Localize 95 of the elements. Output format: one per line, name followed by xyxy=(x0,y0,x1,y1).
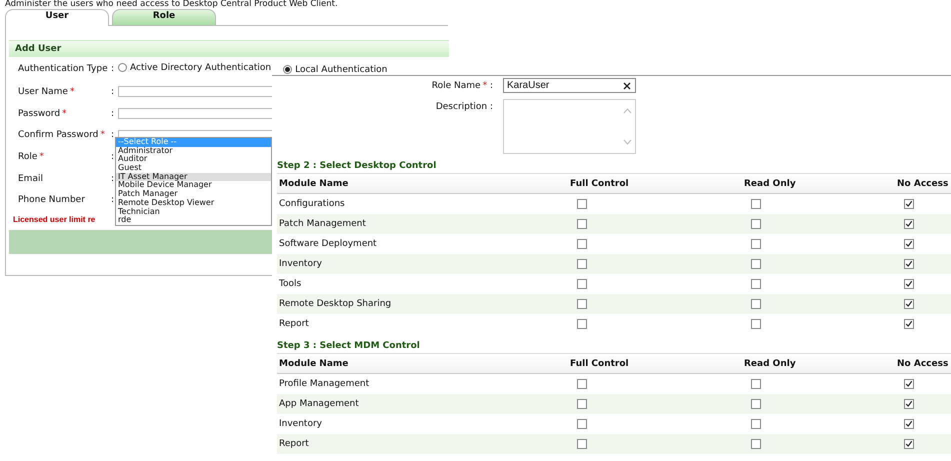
module-name: App Management xyxy=(279,399,360,409)
column-header: Read Only xyxy=(744,178,797,188)
checkbox[interactable] xyxy=(577,199,587,209)
colon: : xyxy=(111,195,116,206)
field-label: Phone Number xyxy=(18,195,86,206)
module-name: Profile Management xyxy=(279,379,370,389)
module-name: Remote Desktop Sharing xyxy=(279,299,392,309)
field-label: Authentication Type xyxy=(18,64,109,74)
text-field[interactable] xyxy=(118,86,275,98)
column-header: Full Control xyxy=(570,178,630,188)
checkbox[interactable] xyxy=(904,379,914,389)
checkbox[interactable] xyxy=(904,239,914,249)
checkbox[interactable] xyxy=(577,299,587,309)
checkbox[interactable] xyxy=(751,319,761,329)
warning-message: Licensed user limit re xyxy=(13,215,96,224)
field-label: Password * xyxy=(18,108,68,119)
dropdown-option[interactable]: Patch Manager xyxy=(116,190,271,199)
colon: : xyxy=(111,108,116,119)
checkbox[interactable] xyxy=(751,299,761,309)
checkbox[interactable] xyxy=(577,439,587,449)
field-label: Description : xyxy=(434,101,493,114)
section-title: Step 3 : Select MDM Control xyxy=(276,340,421,353)
checkbox[interactable] xyxy=(751,239,761,249)
field-label: Confirm Password * xyxy=(18,130,106,140)
checkbox[interactable] xyxy=(577,239,587,249)
colon: : xyxy=(111,64,116,74)
checkbox[interactable] xyxy=(904,319,914,329)
field-label: Role Name * : xyxy=(430,80,493,93)
tab[interactable]: User xyxy=(5,9,109,26)
module-name: Configurations xyxy=(279,199,346,209)
checkbox[interactable] xyxy=(751,399,761,409)
colon: : xyxy=(111,174,116,184)
scroll-down-icon[interactable] xyxy=(623,139,632,145)
radio-label[interactable]: Local Authentication xyxy=(295,64,388,75)
section-header: Add User xyxy=(9,40,449,57)
checkbox[interactable] xyxy=(751,379,761,389)
checkbox[interactable] xyxy=(751,279,761,289)
checkbox[interactable] xyxy=(751,199,761,209)
dropdown-option[interactable]: Administrator xyxy=(116,146,271,156)
dropdown-option[interactable]: Remote Desktop Viewer xyxy=(116,198,271,208)
colon: : xyxy=(111,86,116,97)
checkbox[interactable] xyxy=(751,419,761,429)
checkbox[interactable] xyxy=(577,419,587,429)
checkbox[interactable] xyxy=(577,279,587,289)
column-header: Read Only xyxy=(744,358,797,368)
module-name: Patch Management xyxy=(279,219,367,229)
checkbox[interactable] xyxy=(904,419,914,429)
checkbox[interactable] xyxy=(904,279,914,289)
clear-icon[interactable] xyxy=(623,82,631,90)
checkbox[interactable] xyxy=(751,259,761,269)
checkbox[interactable] xyxy=(577,219,587,229)
checkbox[interactable] xyxy=(904,439,914,449)
checkbox[interactable] xyxy=(904,399,914,409)
column-header: No Access xyxy=(897,358,950,368)
checkbox[interactable] xyxy=(751,219,761,229)
section-title: Step 2 : Select Desktop Control xyxy=(276,160,438,173)
module-name: Tools xyxy=(279,279,302,289)
field-label: User Name * xyxy=(18,86,76,97)
dropdown-option[interactable]: Technician xyxy=(116,208,271,216)
checkbox[interactable] xyxy=(577,399,587,409)
text-field[interactable] xyxy=(118,108,275,120)
tab[interactable]: Role xyxy=(112,9,216,25)
colon: : xyxy=(111,152,116,162)
checkbox[interactable] xyxy=(904,299,914,309)
checkbox[interactable] xyxy=(577,319,587,329)
dropdown-option[interactable]: rde xyxy=(116,216,271,225)
field-label: Role * xyxy=(18,152,45,162)
dropdown-option[interactable]: Mobile Device Manager xyxy=(116,181,271,190)
column-header: No Access xyxy=(897,178,950,188)
checkbox[interactable] xyxy=(904,199,914,209)
checkbox[interactable] xyxy=(904,219,914,229)
radio-label[interactable]: Active Directory Authentication xyxy=(130,62,272,73)
dropdown-list[interactable]: --Select Role -- Administrator Auditor Guest IT Asset Manager Mobile Device Manager Patch Manager Remote Desktop Viewer Technician rde xyxy=(115,137,272,226)
radio-button[interactable] xyxy=(283,65,292,74)
checkbox[interactable] xyxy=(751,439,761,449)
dropdown-option[interactable]: Auditor xyxy=(116,155,271,164)
dropdown-option[interactable]: Guest xyxy=(116,164,271,173)
colon: : xyxy=(111,130,116,140)
column-header: Module Name xyxy=(279,178,350,188)
module-name: Software Deployment xyxy=(279,239,378,249)
checkbox[interactable] xyxy=(904,259,914,269)
scroll-up-icon[interactable] xyxy=(623,108,632,114)
column-header: Module Name xyxy=(279,358,350,368)
module-name: Report xyxy=(279,439,310,449)
checkbox[interactable] xyxy=(577,379,587,389)
radio-button[interactable] xyxy=(118,63,127,72)
description-field[interactable] xyxy=(503,99,636,154)
module-name: Inventory xyxy=(279,259,323,269)
column-header: Full Control xyxy=(570,358,630,368)
dropdown-option[interactable]: IT Asset Manager xyxy=(116,172,271,182)
checkbox[interactable] xyxy=(577,259,587,269)
module-name: Inventory xyxy=(279,419,323,429)
role-name-field[interactable]: KaraUser xyxy=(503,78,636,93)
field-label: Email xyxy=(18,174,44,184)
module-name: Report xyxy=(279,319,310,329)
